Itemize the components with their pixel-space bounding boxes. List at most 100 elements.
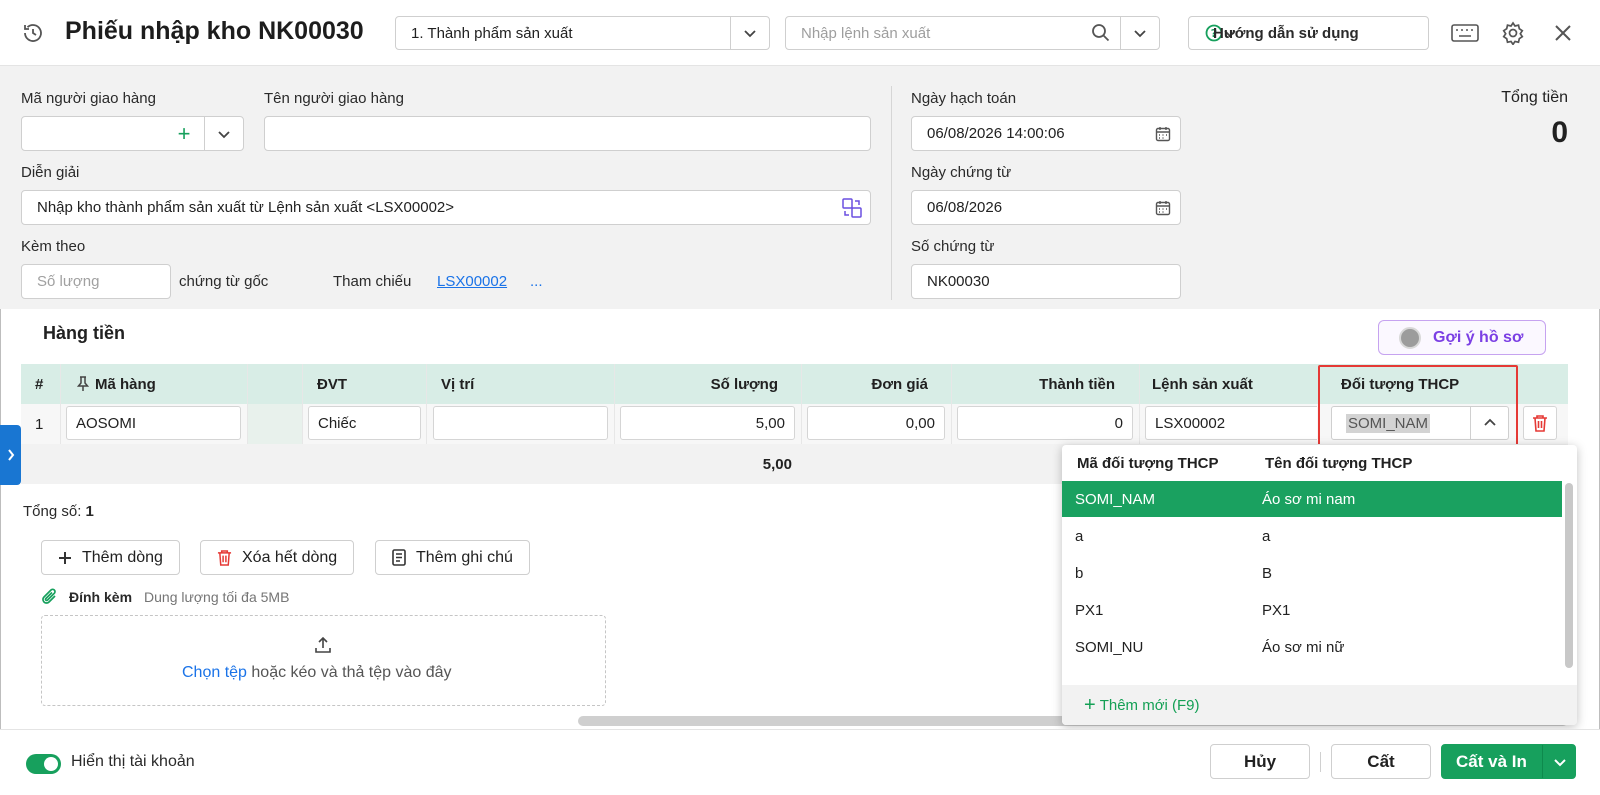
delete-all-rows-label: Xóa hết dòng [242, 548, 338, 566]
option-code: SOMI_NAM [1075, 490, 1156, 508]
reference-more-link[interactable]: ... [530, 273, 543, 290]
quantity-input[interactable]: 5,00 [620, 406, 795, 440]
page-title: Phiếu nhập kho NK00030 [65, 17, 364, 45]
avatar [1399, 326, 1421, 349]
file-dropzone[interactable] [41, 615, 606, 706]
deliverer-code-field[interactable]: + [21, 116, 244, 151]
unit-input[interactable]: Chiếc [308, 406, 421, 440]
delete-all-rows-button[interactable]: Xóa hết dòng [200, 540, 355, 575]
voucher-date-field[interactable]: 06/08/2026 [911, 190, 1181, 225]
voucher-no-input[interactable]: NK00030 [911, 264, 1181, 299]
save-print-button[interactable]: Cất và In [1441, 744, 1576, 779]
delete-row-button[interactable] [1523, 406, 1557, 440]
dropdown-col-code: Mã đối tượng THCP [1077, 454, 1219, 472]
keyboard-icon[interactable] [1450, 20, 1480, 46]
divider [1139, 364, 1140, 444]
col-location: Vị trí [441, 375, 475, 393]
dropdown-col-name: Tên đối tượng THCP [1265, 454, 1413, 472]
calendar-icon[interactable] [1146, 200, 1180, 216]
col-index: # [35, 375, 44, 393]
total-count: Tổng số: 1 [23, 503, 94, 520]
save-print-label: Cất và In [1456, 751, 1527, 771]
add-icon[interactable]: + [164, 117, 204, 150]
col-item-code[interactable]: Mã hàng [77, 364, 156, 404]
attachment-limit: Dung lượng tối đa 5MB [144, 589, 290, 605]
plus-icon [58, 551, 72, 565]
empty-cell [248, 404, 302, 444]
close-icon[interactable] [1550, 20, 1576, 46]
production-order-search-input[interactable]: Nhập lệnh sản xuất [786, 25, 1082, 42]
chevron-down-icon[interactable] [731, 17, 769, 49]
amount-input[interactable]: 0 [957, 406, 1133, 440]
dropdown-option[interactable]: PX1 PX1 [1062, 592, 1562, 628]
gear-icon[interactable] [1500, 20, 1526, 46]
chevron-down-icon[interactable] [1121, 17, 1159, 49]
translate-icon[interactable] [834, 197, 870, 218]
search-icon[interactable] [1082, 17, 1120, 49]
trash-icon [1533, 415, 1547, 432]
plus-icon: + [1084, 693, 1096, 716]
drop-hint: hoặc kéo và thả tệp vào đây [251, 664, 452, 681]
chevron-right-icon [7, 449, 14, 461]
chevron-down-icon[interactable] [205, 117, 243, 150]
show-account-toggle[interactable] [26, 754, 61, 774]
col-item-code-label: Mã hàng [95, 375, 156, 393]
dropdown-option[interactable]: SOMI_NAM Áo sơ mi nam [1062, 481, 1562, 517]
highlight-box [1318, 365, 1518, 446]
option-code: a [1075, 527, 1084, 545]
add-row-button[interactable]: Thêm dòng [41, 540, 180, 575]
option-name: B [1262, 564, 1273, 582]
choose-file-link[interactable]: Chọn tệp [182, 664, 247, 681]
description-label: Diễn giải [21, 164, 80, 181]
production-order-input[interactable]: LSX00002 [1145, 406, 1317, 440]
add-note-label: Thêm ghi chú [416, 548, 513, 566]
location-input[interactable] [433, 406, 608, 440]
paperclip-icon [42, 588, 56, 604]
dropdown-option[interactable]: b B [1062, 555, 1562, 591]
attachment-label: Đính kèm [69, 589, 133, 605]
show-account-label: Hiển thị tài khoản [71, 753, 195, 770]
dropdown-option[interactable]: a a [1062, 518, 1562, 554]
col-amount: Thành tiền [1039, 375, 1115, 393]
suggest-profile-label: Gợi ý hồ sơ [1433, 328, 1524, 346]
attach-count-input[interactable]: Số lượng [21, 264, 171, 299]
divider [801, 364, 802, 444]
dropdown-scrollbar[interactable] [1565, 483, 1573, 668]
unit-price-input[interactable]: 0,00 [807, 406, 945, 440]
dropdown-option[interactable]: SOMI_NU Áo sơ mi nữ [1062, 629, 1562, 665]
description-input[interactable]: Nhập kho thành phẩm sản xuất từ Lệnh sản… [37, 199, 834, 216]
voucher-type-select[interactable]: 1. Thành phẩm sản xuất [395, 16, 770, 50]
reference-link[interactable]: LSX00002 [437, 273, 507, 290]
voucher-date-label: Ngày chứng từ [911, 164, 1012, 181]
voucher-type-value: 1. Thành phẩm sản xuất [411, 24, 573, 42]
divider [614, 364, 615, 444]
cost-object-dropdown: Mã đối tượng THCP Tên đối tượng THCP SOM… [1062, 445, 1577, 725]
chevron-down-icon[interactable] [1543, 745, 1576, 778]
item-code-input[interactable]: AOSOMI [66, 406, 241, 440]
deliverer-name-input[interactable] [264, 116, 871, 151]
attach-count-placeholder: Số lượng [37, 273, 100, 290]
save-button[interactable]: Cất [1331, 744, 1431, 779]
voucher-date-input[interactable]: 06/08/2026 [927, 199, 1146, 216]
posting-date-input[interactable]: 06/08/2026 14:00:06 [927, 125, 1146, 142]
production-order-search[interactable]: Nhập lệnh sản xuất [785, 16, 1160, 50]
history-icon[interactable] [20, 20, 46, 46]
attach-label: Kèm theo [21, 238, 86, 255]
sum-quantity: 5,00 [762, 455, 792, 473]
add-new-option-button[interactable]: + Thêm mới (F9) [1062, 685, 1577, 725]
add-note-button[interactable]: Thêm ghi chú [375, 540, 530, 575]
calendar-icon[interactable] [1146, 126, 1180, 142]
dropdown-header: Mã đối tượng THCP Tên đối tượng THCP [1062, 445, 1577, 481]
description-field[interactable]: Nhập kho thành phẩm sản xuất từ Lệnh sản… [21, 190, 871, 225]
attach-suffix: chứng từ gốc [179, 273, 269, 290]
suggest-profile-button[interactable]: Gợi ý hồ sơ [1378, 320, 1546, 355]
cancel-button[interactable]: Hủy [1210, 744, 1310, 779]
posting-date-field[interactable]: 06/08/2026 14:00:06 [911, 116, 1181, 151]
side-panel-toggle[interactable] [0, 425, 21, 485]
divider [426, 364, 427, 444]
pin-icon[interactable] [77, 376, 89, 392]
trash-icon [217, 549, 232, 566]
user-guide-button[interactable]: ? Hướng dẫn sử dụng [1188, 16, 1429, 50]
divider [302, 364, 303, 444]
deliverer-name-label: Tên người giao hàng [264, 90, 404, 107]
